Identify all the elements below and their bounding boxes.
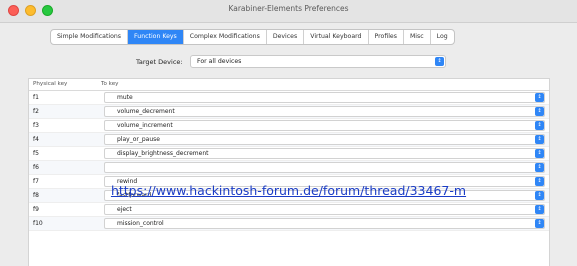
- target-device-label: Target Device:: [136, 58, 183, 66]
- table-row: f3 volume_increment ↕: [29, 119, 549, 133]
- table-row: f10 mission_control ↕: [29, 217, 549, 231]
- chevron-updown-icon: ↕: [535, 149, 544, 158]
- to-key-value: display_brightness_decrement: [117, 150, 209, 157]
- chevron-updown-icon: ↕: [535, 205, 544, 214]
- chevron-updown-icon: ↕: [435, 57, 444, 66]
- tab-log[interactable]: Log: [431, 30, 454, 44]
- physical-key-cell: f6: [33, 164, 39, 171]
- table-row: f4 play_or_pause ↕: [29, 133, 549, 147]
- tab-complex-modifications[interactable]: Complex Modifications: [184, 30, 267, 44]
- tab-simple-modifications[interactable]: Simple Modifications: [51, 30, 129, 44]
- target-device-select[interactable]: For all devices ↕: [190, 55, 446, 68]
- physical-key-cell: f9: [33, 206, 39, 213]
- table-row: f1 mute ↕: [29, 91, 549, 105]
- title-bar: Karabiner-Elements Preferences: [0, 0, 577, 23]
- table-row: f6 ↕: [29, 161, 549, 175]
- physical-key-cell: f10: [33, 220, 43, 227]
- to-key-select[interactable]: play_or_pause ↕: [104, 134, 545, 145]
- table-header: Physical key To key: [29, 79, 549, 91]
- tab-virtual-keyboard[interactable]: Virtual Keyboard: [304, 30, 369, 44]
- physical-key-cell: f5: [33, 150, 39, 157]
- to-key-select[interactable]: volume_decrement ↕: [104, 106, 545, 117]
- to-key-select[interactable]: eject ↕: [104, 204, 545, 215]
- chevron-updown-icon: ↕: [535, 135, 544, 144]
- to-key-select[interactable]: mute ↕: [104, 92, 545, 103]
- tab-profiles[interactable]: Profiles: [369, 30, 404, 44]
- source-url-watermark[interactable]: https://www.hackintosh-forum.de/forum/th…: [0, 183, 577, 198]
- to-key-select[interactable]: ↕: [104, 162, 545, 173]
- column-header-physical-key: Physical key: [33, 81, 68, 87]
- chevron-updown-icon: ↕: [535, 121, 544, 130]
- physical-key-cell: f4: [33, 136, 39, 143]
- to-key-value: eject: [117, 206, 132, 213]
- to-key-select[interactable]: mission_control ↕: [104, 218, 545, 229]
- to-key-select[interactable]: display_brightness_decrement ↕: [104, 148, 545, 159]
- table-row: f2 volume_decrement ↕: [29, 105, 549, 119]
- to-key-value: play_or_pause: [117, 136, 160, 143]
- chevron-updown-icon: ↕: [535, 107, 544, 116]
- tab-bar: Simple Modifications Function Keys Compl…: [50, 29, 455, 45]
- to-key-value: volume_decrement: [117, 108, 175, 115]
- chevron-updown-icon: ↕: [535, 163, 544, 172]
- tab-function-keys[interactable]: Function Keys: [128, 30, 184, 44]
- to-key-value: mission_control: [117, 220, 164, 227]
- to-key-select[interactable]: volume_increment ↕: [104, 120, 545, 131]
- physical-key-cell: f3: [33, 122, 39, 129]
- physical-key-cell: f2: [33, 108, 39, 115]
- tab-devices[interactable]: Devices: [267, 30, 305, 44]
- chevron-updown-icon: ↕: [535, 219, 544, 228]
- tab-misc[interactable]: Misc: [404, 30, 431, 44]
- to-key-value: volume_increment: [117, 122, 173, 129]
- target-device-value: For all devices: [197, 58, 242, 65]
- table-row: f5 display_brightness_decrement ↕: [29, 147, 549, 161]
- table-row: f9 eject ↕: [29, 203, 549, 217]
- table-body: f1 mute ↕ f2 volume_decrement ↕ f3 volum…: [29, 91, 549, 231]
- to-key-value: mute: [117, 94, 133, 101]
- chevron-updown-icon: ↕: [535, 93, 544, 102]
- physical-key-cell: f1: [33, 94, 39, 101]
- function-keys-table: Physical key To key f1 mute ↕ f2 volume_…: [28, 78, 550, 266]
- column-header-to-key: To key: [101, 81, 119, 87]
- window-title: Karabiner-Elements Preferences: [228, 4, 349, 13]
